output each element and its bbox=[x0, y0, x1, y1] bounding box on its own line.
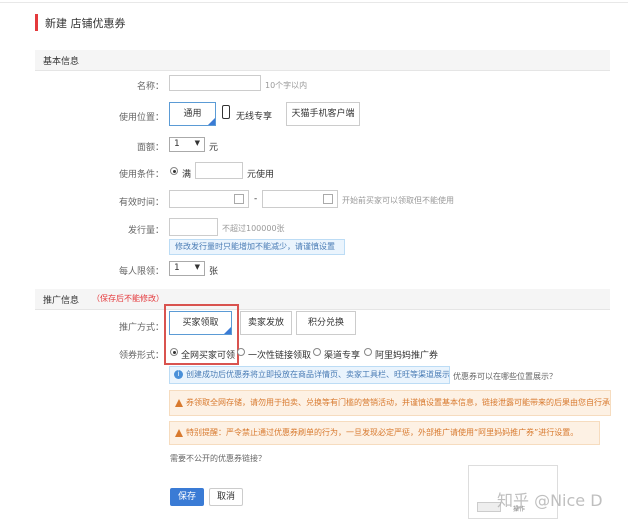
usage-label: 使用位置： bbox=[118, 113, 164, 123]
tip-orange-box-2: 特别提醒：严令禁止通过优惠券刷单的行为，一旦发现必定严惩，外部推广请使用“阿里妈… bbox=[169, 421, 600, 445]
section-title: 基本信息 bbox=[43, 57, 80, 67]
condition-unit: 元使用 bbox=[247, 170, 275, 180]
claim-radio-once-link[interactable] bbox=[237, 348, 245, 356]
condition-radio[interactable] bbox=[170, 167, 178, 175]
period-label: 有效时间： bbox=[118, 198, 164, 208]
method-option-seller-issue[interactable]: 卖家发放 bbox=[240, 311, 292, 335]
claim-radio-all[interactable] bbox=[170, 348, 178, 356]
limit-label: 每人限领： bbox=[118, 267, 164, 277]
circulation-label: 发行量： bbox=[127, 226, 164, 236]
claim-radio-channel[interactable] bbox=[313, 348, 321, 356]
chevron-down-icon: ▼ bbox=[194, 139, 200, 147]
amount-label: 面额： bbox=[136, 143, 164, 153]
claim-label: 领券形式： bbox=[118, 351, 164, 361]
claim-option-alimama: 阿里妈妈推广券 bbox=[375, 351, 439, 361]
claim-option-all: 全网买家可领 bbox=[181, 351, 236, 361]
method-option-points[interactable]: 积分兑换 bbox=[296, 311, 356, 335]
amount-value: 1 bbox=[174, 139, 180, 149]
usage-option-tmall-app[interactable]: 天猫手机客户端 bbox=[286, 102, 360, 126]
chevron-down-icon: ▼ bbox=[194, 263, 200, 271]
cancel-button[interactable]: 取消 bbox=[209, 488, 243, 506]
method-label: 推广方式： bbox=[118, 323, 164, 333]
tip-orange-box-1: 券领取全网存储，请勿用于拍卖、兑换等有门槛的营销活动，并谨慎设置基本信息，链接泄… bbox=[169, 390, 611, 416]
tip-blue-text: 创建成功后优惠券将立即投放在商品详情页、卖家工具栏、旺旺等渠道展示。 bbox=[186, 370, 450, 379]
name-label: 名称： bbox=[136, 82, 164, 92]
period-start-input[interactable] bbox=[169, 190, 249, 208]
section-basic-info: 基本信息 bbox=[35, 50, 610, 71]
tip-orange-text-1: 券领取全网存储，请勿用于拍卖、兑换等有门槛的营销活动，并谨慎设置基本信息，链接泄… bbox=[186, 398, 611, 407]
usage-option-wireless[interactable]: 无线专享 bbox=[236, 109, 272, 122]
private-link[interactable]: 需要不公开的优惠券链接？ bbox=[170, 453, 266, 464]
condition-input[interactable] bbox=[195, 162, 243, 179]
claim-radio-alimama[interactable] bbox=[364, 348, 372, 356]
section-title: 推广信息 bbox=[43, 296, 80, 306]
title-accent-bar bbox=[35, 14, 38, 31]
condition-radio-label: 满 bbox=[182, 170, 192, 180]
calendar-icon bbox=[234, 194, 244, 204]
claim-option-channel: 渠道专享 bbox=[324, 351, 361, 361]
tip-blue-link[interactable]: 优惠券可以在哪些位置展示？ bbox=[453, 371, 557, 382]
tip-blue-box: i 创建成功后优惠券将立即投放在商品详情页、卖家工具栏、旺旺等渠道展示。 bbox=[169, 366, 450, 384]
limit-select[interactable]: 1 ▼ bbox=[169, 261, 205, 276]
period-hint: 开始前买家可以领取但不能使用 bbox=[342, 196, 454, 205]
calendar-icon bbox=[323, 194, 333, 204]
amount-unit: 元 bbox=[209, 143, 219, 153]
info-icon: i bbox=[174, 370, 183, 379]
warning-icon bbox=[175, 399, 183, 407]
warning-icon bbox=[175, 429, 183, 437]
page-title: 新建 店铺优惠券 bbox=[45, 17, 126, 30]
mobile-icon bbox=[222, 105, 230, 119]
name-input[interactable] bbox=[169, 75, 261, 91]
name-hint: 10个字以内 bbox=[265, 81, 308, 90]
amount-select[interactable]: 1 ▼ bbox=[169, 137, 205, 152]
circulation-hint: 不超过100000张 bbox=[222, 224, 285, 233]
condition-label: 使用条件： bbox=[118, 170, 164, 180]
period-end-input[interactable] bbox=[262, 190, 338, 208]
circulation-input[interactable] bbox=[169, 218, 218, 236]
top-divider bbox=[0, 2, 628, 3]
section-note: （保存后不能修改） bbox=[92, 294, 164, 303]
claim-option-once-link: 一次性链接领取 bbox=[248, 351, 312, 361]
method-option-buyer-claim[interactable]: 买家领取 bbox=[169, 311, 232, 335]
period-separator: - bbox=[254, 194, 258, 204]
circulation-note: 修改发行量时只能增加不能减少，请谨慎设置 bbox=[169, 239, 345, 255]
tip-orange-text-2: 特别提醒：严令禁止通过优惠券刷单的行为，一旦发现必定严惩，外部推广请使用“阿里妈… bbox=[186, 428, 579, 437]
limit-value: 1 bbox=[174, 263, 180, 273]
usage-option-general[interactable]: 通用 bbox=[169, 102, 216, 126]
watermark: 知乎 @Nice D bbox=[497, 491, 603, 510]
save-button[interactable]: 保存 bbox=[170, 488, 204, 506]
limit-unit: 张 bbox=[209, 267, 219, 277]
section-promo-info: 推广信息 （保存后不能修改） bbox=[35, 289, 610, 310]
